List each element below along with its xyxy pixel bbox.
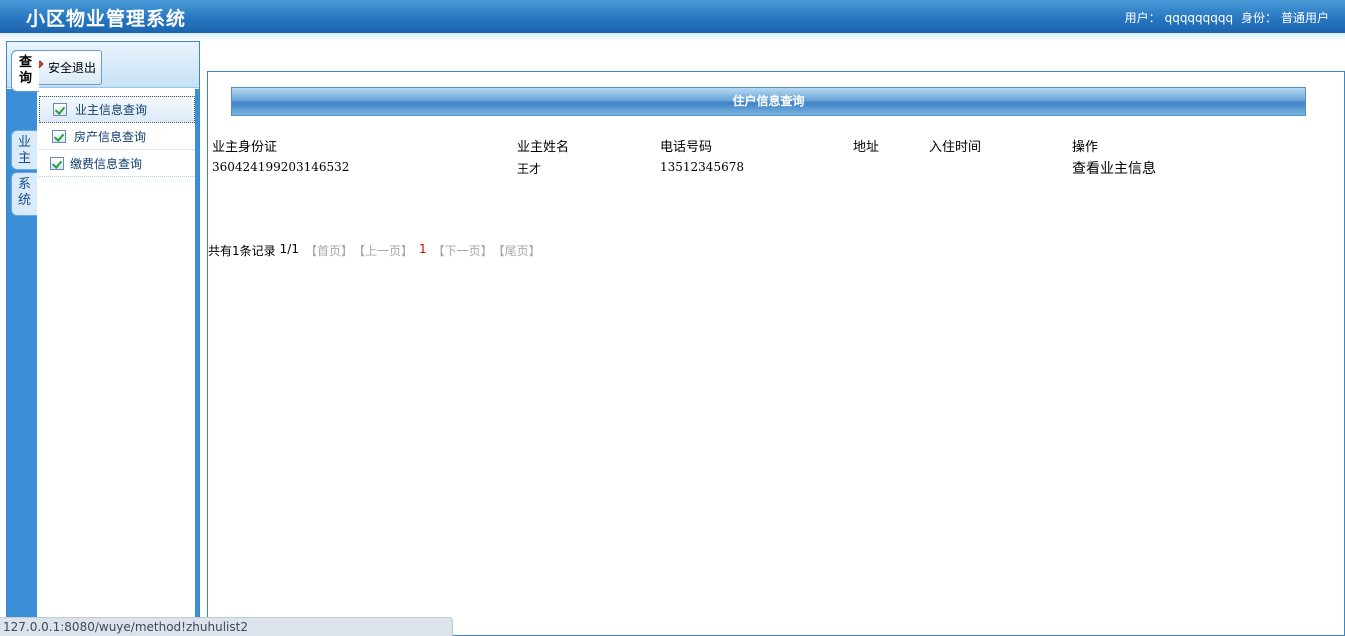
user-label: 用户： <box>1124 11 1161 25</box>
tab-owner-label: 业 主 <box>17 135 31 166</box>
sidebar: 安全退出 查 询 业 主 系 统 业主信息查询 房产信息查询 缴费信息查询 <box>6 41 200 636</box>
logout-label: 安全退出 <box>48 61 97 75</box>
column-header-address: 地址 <box>853 140 880 155</box>
cell-id-card: 360424199203146532 <box>212 160 350 174</box>
column-header-action: 操作 <box>1072 140 1099 155</box>
app-header: 小区物业管理系统 用户： qqqqqqqqq 身份： 普通用户 <box>0 0 1345 33</box>
record-count: 共有1条记录 <box>208 244 276 258</box>
tab-system[interactable]: 系 统 <box>11 172 37 216</box>
header-divider <box>0 33 1345 41</box>
user-name: qqqqqqqqq <box>1164 11 1234 25</box>
column-header-name: 业主姓名 <box>517 140 570 155</box>
column-header-id-card: 业主身份证 <box>212 140 278 155</box>
column-header-checkin: 入住时间 <box>929 140 982 155</box>
prev-page-link[interactable]: 【上一页】 <box>353 242 413 259</box>
page-title: 住户信息查询 <box>231 87 1306 116</box>
menu-item-label: 房产信息查询 <box>74 129 147 144</box>
checkbox-icon <box>53 103 67 116</box>
view-owner-link[interactable]: 查看业主信息 <box>1072 158 1156 178</box>
app-title: 小区物业管理系统 <box>26 8 187 30</box>
role-label: 身份： <box>1240 11 1277 25</box>
checkbox-icon <box>50 156 64 170</box>
sidebar-menu: 业主信息查询 房产信息查询 缴费信息查询 <box>39 96 195 177</box>
current-page[interactable]: 1 <box>419 242 427 259</box>
sidebar-right-border <box>195 89 199 635</box>
pagination: 共有1条记录 1/1 【首页】 【上一页】 1 【下一页】 【尾页】 <box>208 242 547 259</box>
menu-item-label: 缴费信息查询 <box>70 156 143 171</box>
cell-name: 王才 <box>517 162 542 176</box>
menu-item-label: 业主信息查询 <box>75 103 148 117</box>
tab-owner[interactable]: 业 主 <box>11 130 37 170</box>
next-page-link[interactable]: 【下一页】 <box>433 242 493 259</box>
sidebar-tab-strip <box>7 89 37 635</box>
checkbox-icon <box>52 129 66 143</box>
role-value: 普通用户 <box>1280 11 1329 25</box>
column-header-phone: 电话号码 <box>660 140 713 155</box>
browser-status-bar: 127.0.0.1:8080/wuye/method!zhuhulist2 <box>0 617 453 636</box>
menu-item-property-info[interactable]: 房产信息查询 <box>39 123 195 150</box>
tab-query-label: 查 询 <box>18 55 32 86</box>
page-indicator: 1/1 <box>279 242 299 256</box>
tab-query[interactable]: 查 询 <box>11 50 39 92</box>
tab-system-label: 系 统 <box>17 177 31 208</box>
cell-phone: 13512345678 <box>660 160 744 174</box>
menu-item-payment-info[interactable]: 缴费信息查询 <box>39 150 195 177</box>
menu-item-owner-info[interactable]: 业主信息查询 <box>39 96 195 123</box>
last-page-link[interactable]: 【尾页】 <box>493 242 541 259</box>
main-content: 住户信息查询 业主身份证 业主姓名 电话号码 地址 入住时间 操作 360424… <box>207 71 1345 636</box>
first-page-link[interactable]: 【首页】 <box>305 242 353 259</box>
user-info: 用户： qqqqqqqqq 身份： 普通用户 <box>1121 9 1329 26</box>
